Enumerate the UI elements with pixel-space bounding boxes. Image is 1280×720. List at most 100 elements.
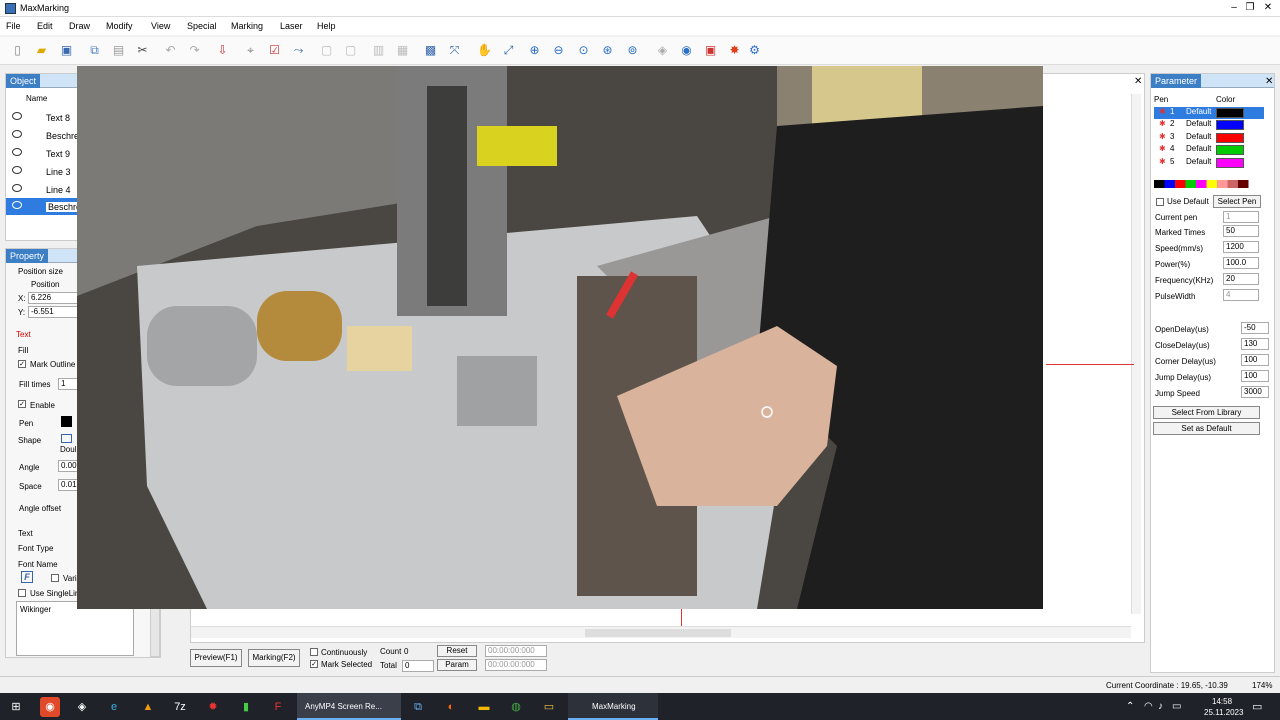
select-pen-button[interactable]: Select Pen <box>1213 195 1261 208</box>
taskbar-maxmarking[interactable]: MaxMarking <box>568 693 658 720</box>
continuously-checkbox[interactable] <box>310 648 318 656</box>
enable-checkbox[interactable]: ✓ <box>18 400 26 408</box>
horizontal-scroll-thumb[interactable] <box>585 629 731 637</box>
canvas-close-icon[interactable]: ✕ <box>1134 76 1142 87</box>
firefox-icon[interactable]: ◐ <box>441 697 461 717</box>
zoom-window-icon[interactable]: ⊚ <box>624 42 641 59</box>
speed-input[interactable]: 1200 <box>1223 241 1259 253</box>
text-content-area[interactable]: Wikinger <box>16 601 134 656</box>
use-singleline-checkbox[interactable] <box>18 589 26 597</box>
eye-icon[interactable] <box>12 201 22 209</box>
app-icon[interactable]: ▮ <box>236 697 256 717</box>
notification-icon[interactable]: ▭ <box>1252 700 1262 713</box>
y-input[interactable]: -6.551 <box>28 306 78 318</box>
jump-delay-input[interactable]: 100 <box>1241 370 1269 382</box>
laser-icon[interactable]: ✸ <box>726 42 743 59</box>
check-icon[interactable]: ☑ <box>266 42 283 59</box>
app-icon[interactable]: F <box>268 697 288 717</box>
preview-eye-icon[interactable]: ◉ <box>678 42 695 59</box>
7zip-icon[interactable]: 7z <box>170 697 190 717</box>
new-file-icon[interactable]: ▯ <box>9 42 26 59</box>
preview-button[interactable]: Preview(F1) <box>190 649 242 667</box>
pen-row[interactable]: ✱ 5 Default <box>1154 157 1264 169</box>
settings-gear-icon[interactable]: ⚙ <box>746 42 763 59</box>
property-scrollbar[interactable] <box>150 605 160 657</box>
canvas-vertical-scrollbar[interactable] <box>1131 94 1141 614</box>
corner-delay-input[interactable]: 100 <box>1241 354 1269 366</box>
canvas-horizontal-scrollbar[interactable] <box>191 626 1131 638</box>
color-palette[interactable] <box>1154 180 1259 188</box>
eye-icon[interactable] <box>12 112 22 120</box>
redo-icon[interactable]: ↷ <box>186 42 203 59</box>
app-icon[interactable]: ⧉ <box>408 697 428 717</box>
open-folder-icon[interactable]: ▰ <box>33 42 50 59</box>
use-default-checkbox[interactable] <box>1156 198 1164 206</box>
undo-icon[interactable]: ↶ <box>162 42 179 59</box>
object-row[interactable]: Text 8 <box>6 109 80 126</box>
eye-icon[interactable] <box>12 130 22 138</box>
zoom-out-icon[interactable]: ⊖ <box>550 42 567 59</box>
group-icon[interactable]: ▢ <box>318 42 335 59</box>
close-delay-input[interactable]: 130 <box>1241 338 1269 350</box>
jump-speed-input[interactable]: 3000 <box>1241 386 1269 398</box>
menu-modify[interactable]: Modify <box>106 21 133 31</box>
pan-hand-icon[interactable]: ✋ <box>476 42 493 59</box>
param-button[interactable]: Param <box>437 659 477 671</box>
shape-icon[interactable] <box>61 434 72 443</box>
explorer-icon[interactable]: ▭ <box>539 697 559 717</box>
cut-icon[interactable]: ✂ <box>134 42 151 59</box>
menu-edit[interactable]: Edit <box>37 21 53 31</box>
app-icon[interactable]: ◉ <box>40 697 60 717</box>
pen-row-selected[interactable]: ✱ 1 Default <box>1154 107 1264 119</box>
pen-row[interactable]: ✱ 3 Default <box>1154 132 1264 144</box>
set-as-default-button[interactable]: Set as Default <box>1153 422 1260 435</box>
zoom-selection-icon[interactable]: ⊛ <box>599 42 616 59</box>
variable-checkbox[interactable] <box>51 574 59 582</box>
paste-icon[interactable]: ▤ <box>110 42 127 59</box>
menu-file[interactable]: File <box>6 21 21 31</box>
object-row[interactable]: Text 9 <box>6 145 80 162</box>
vlc-icon[interactable]: ▲ <box>138 697 158 717</box>
object-row[interactable]: Beschrei <box>6 127 81 144</box>
minimize-icon[interactable]: – <box>1226 1 1242 15</box>
object-row[interactable]: Line 3 <box>6 163 80 180</box>
frequency-input[interactable]: 20 <box>1223 273 1259 285</box>
red-light-icon[interactable]: ◈ <box>654 42 671 59</box>
tray-chevron-icon[interactable]: ⌃ <box>1126 701 1134 712</box>
mark-outline-checkbox[interactable]: ✓ <box>18 360 26 368</box>
object-row[interactable]: Line 4 <box>6 181 80 198</box>
zoom-all-icon[interactable]: ⊙ <box>575 42 592 59</box>
x-input[interactable]: 6.226 <box>28 292 78 304</box>
menu-draw[interactable]: Draw <box>69 21 90 31</box>
parameter-close-icon[interactable]: ✕ <box>1265 76 1273 87</box>
node-edit-icon[interactable]: ⌖ <box>242 42 259 59</box>
ungroup-icon[interactable]: ▢ <box>342 42 359 59</box>
font-icon[interactable]: F <box>21 571 33 583</box>
marking-button[interactable]: Marking(F2) <box>248 649 300 667</box>
transform-icon[interactable]: ⤧ <box>446 42 463 59</box>
copy-icon[interactable]: ⧉ <box>86 42 103 59</box>
open-delay-input[interactable]: -50 <box>1241 322 1269 334</box>
pen-row[interactable]: ✱ 4 Default <box>1154 144 1264 156</box>
mark-selected-checkbox[interactable]: ✓ <box>310 660 318 668</box>
network-icon[interactable]: ◠ <box>1144 701 1153 712</box>
align-icon[interactable]: ▥ <box>370 42 387 59</box>
menu-view[interactable]: View <box>151 21 170 31</box>
volume-icon[interactable]: ♪ <box>1158 701 1163 712</box>
power-input[interactable]: 100.0 <box>1223 257 1259 269</box>
menu-laser[interactable]: Laser <box>280 21 303 31</box>
close-icon[interactable]: ✕ <box>1260 1 1276 15</box>
eye-icon[interactable] <box>12 148 22 156</box>
pen-row[interactable]: ✱ 2 Default <box>1154 119 1264 131</box>
windows-start-icon[interactable]: ⊞ <box>6 697 26 717</box>
eye-icon[interactable] <box>12 166 22 174</box>
menu-special[interactable]: Special <box>187 21 217 31</box>
app-icon[interactable]: ◍ <box>506 697 526 717</box>
app-icon[interactable]: ◈ <box>72 697 92 717</box>
zoom-fit-icon[interactable]: ⤢ <box>500 42 517 59</box>
menu-help[interactable]: Help <box>317 21 336 31</box>
reset-button[interactable]: Reset <box>437 645 477 657</box>
camera-icon[interactable]: ▣ <box>702 42 719 59</box>
path-icon[interactable]: ⤳ <box>290 42 307 59</box>
object-row-selected[interactable]: Beschrei <box>6 198 86 215</box>
